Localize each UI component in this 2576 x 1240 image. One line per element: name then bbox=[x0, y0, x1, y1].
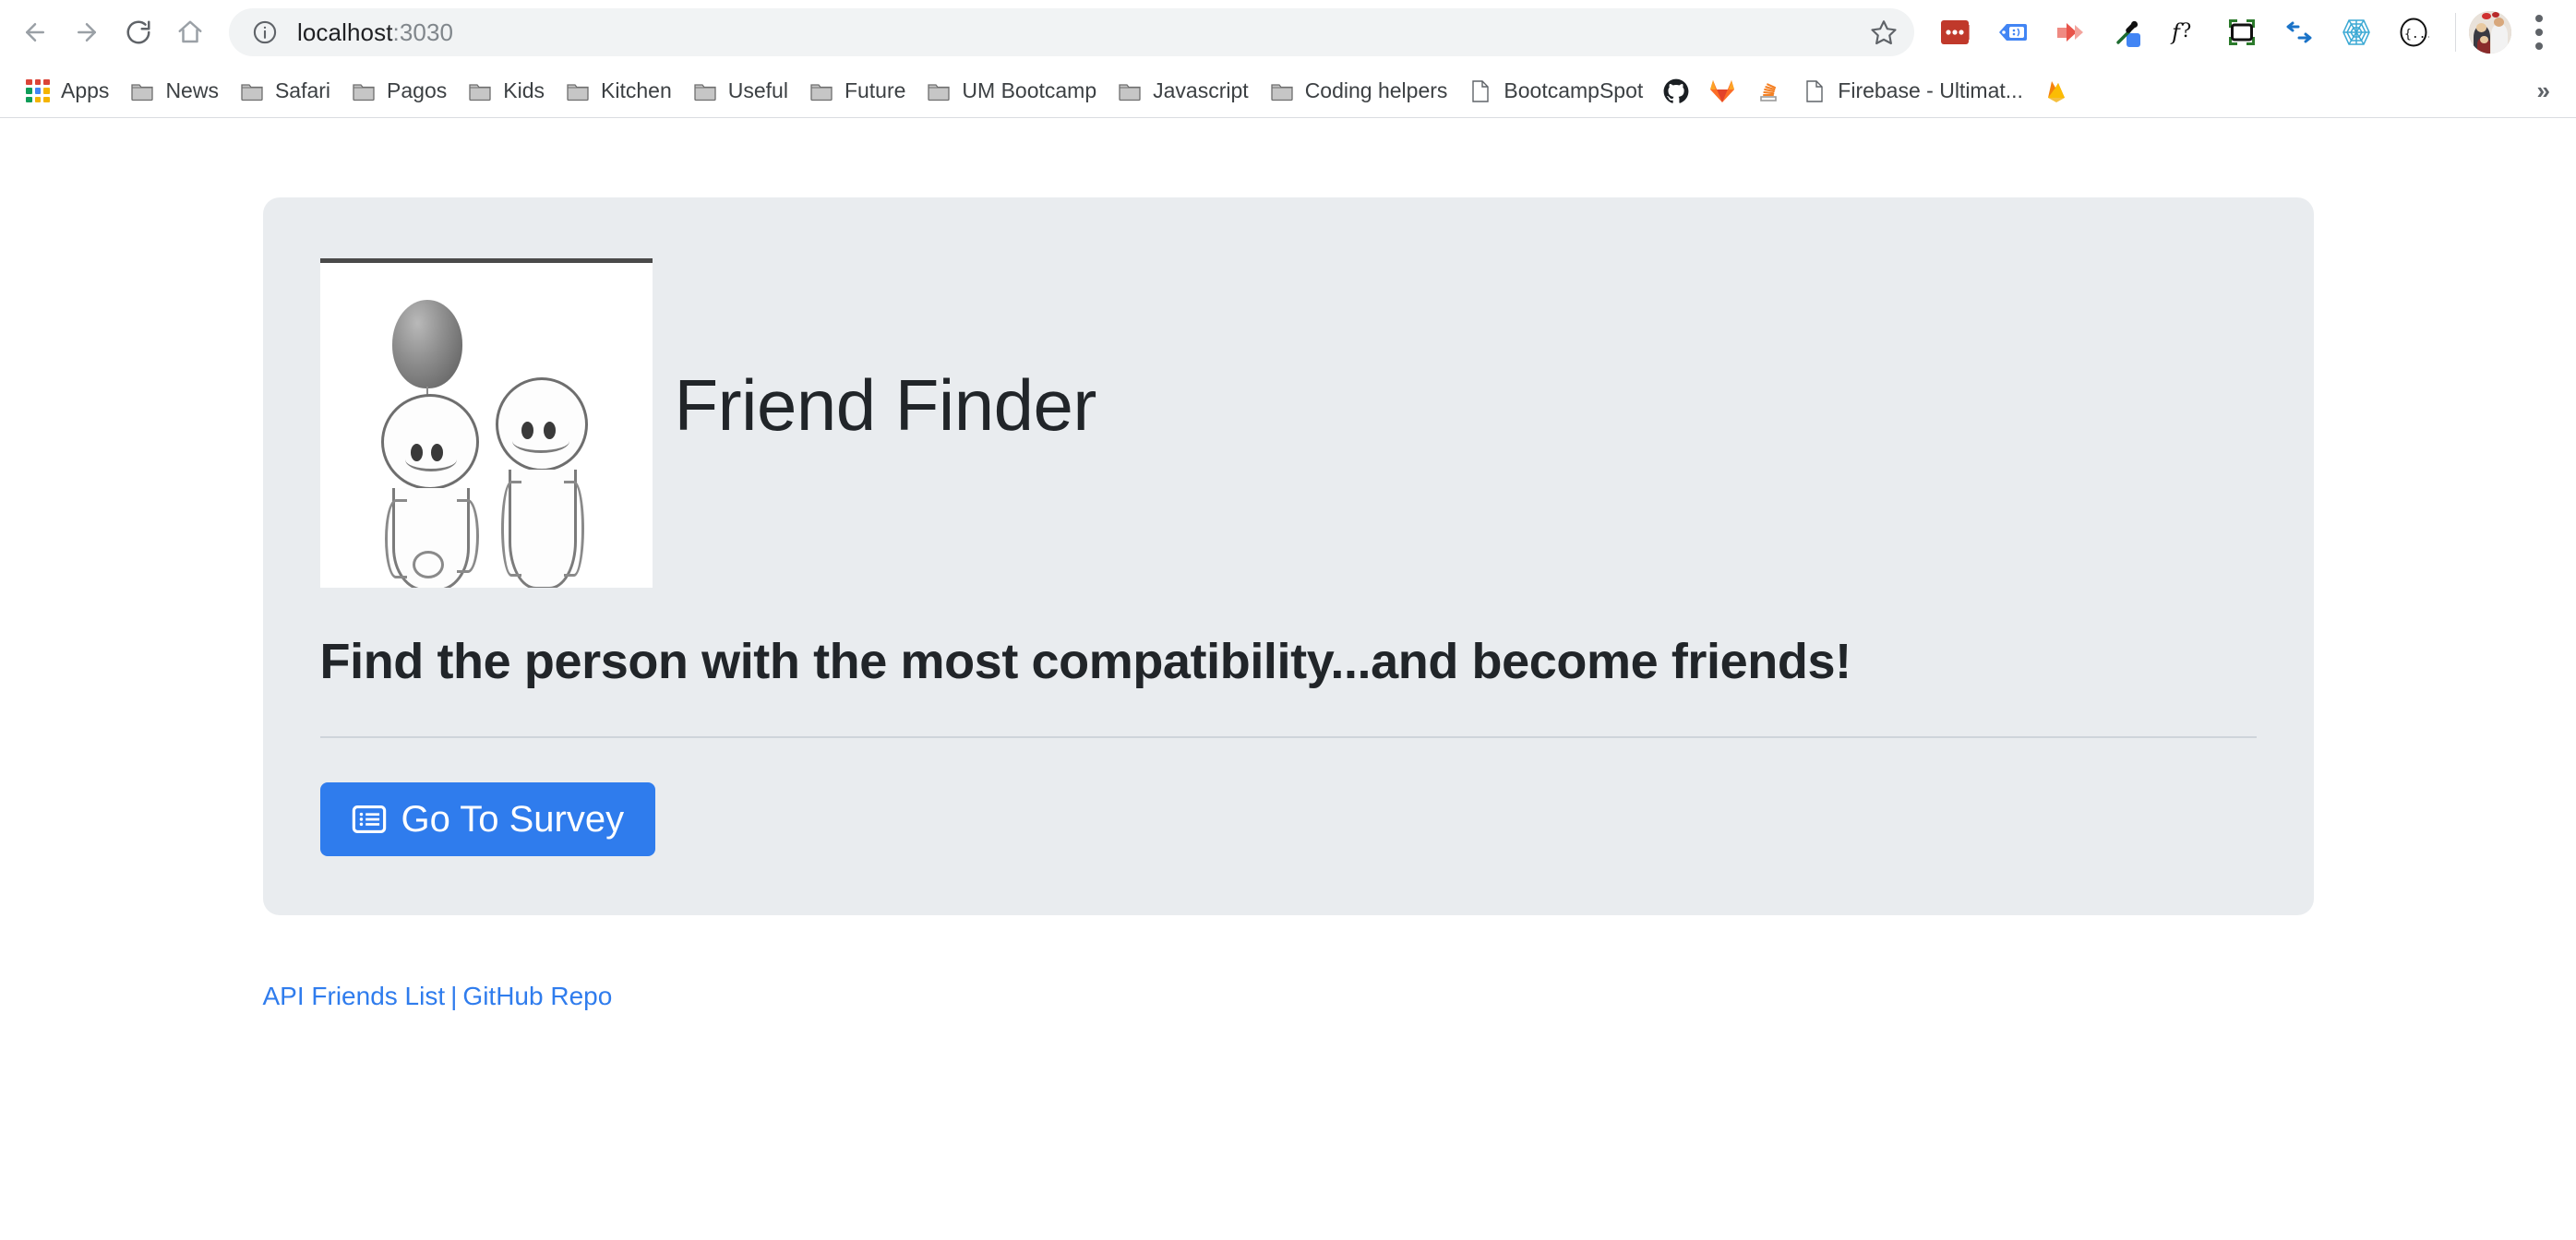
bookmark-stackoverflow[interactable] bbox=[1745, 71, 1791, 112]
home-icon bbox=[176, 18, 204, 46]
url-text: localhost:3030 bbox=[297, 18, 453, 47]
content-container: Friend Finder Find the person with the m… bbox=[262, 197, 2314, 1011]
toolbar-separator bbox=[2455, 13, 2456, 52]
bookmark-coding-helpers[interactable]: Coding helpers bbox=[1259, 71, 1458, 112]
bookmark-label: Pagos bbox=[387, 78, 448, 102]
bookmark-firebase[interactable] bbox=[2033, 71, 2079, 112]
svg-text:?: ? bbox=[2181, 19, 2191, 42]
bookmark-label: Firebase - Ultimat... bbox=[1838, 78, 2023, 102]
apps-grid-icon bbox=[25, 78, 51, 104]
screenshot-capture-extension-icon[interactable] bbox=[2213, 4, 2270, 61]
bookmark-useful[interactable]: Useful bbox=[682, 71, 798, 112]
bookmark-label: News bbox=[165, 78, 219, 102]
extensions-tray: f? {...} bbox=[1927, 4, 2442, 61]
reload-icon bbox=[125, 18, 152, 46]
hero-jumbotron: Friend Finder Find the person with the m… bbox=[262, 197, 2314, 915]
back-button[interactable] bbox=[9, 6, 61, 58]
bookmark-label: Javascript bbox=[1153, 78, 1249, 102]
bookmark-label: Kitchen bbox=[601, 78, 672, 102]
red-arrow-extension-icon[interactable] bbox=[2042, 4, 2099, 61]
folder-icon bbox=[351, 78, 377, 104]
page-title: Friend Finder bbox=[674, 364, 1097, 446]
bookmark-firebase-doc[interactable]: Firebase - Ultimat... bbox=[1791, 71, 2033, 112]
json-formatter-extension-icon[interactable]: {...} bbox=[2385, 4, 2442, 61]
hero-divider bbox=[319, 735, 2257, 738]
lastpass-extension-icon[interactable] bbox=[1927, 4, 1984, 61]
bookmark-gitlab[interactable] bbox=[1699, 71, 1745, 112]
bookmark-kitchen[interactable]: Kitchen bbox=[555, 71, 682, 112]
bookmarks-bar: Apps News Safari Pagos Kids Kitchen Usef… bbox=[0, 65, 2576, 118]
blue-arrows-extension-icon[interactable] bbox=[2270, 4, 2328, 61]
back-arrow-icon bbox=[21, 18, 49, 46]
bookmark-javascript[interactable]: Javascript bbox=[1107, 71, 1259, 112]
bookmarks-overflow-button[interactable]: » bbox=[2524, 77, 2563, 105]
colorzilla-eyedropper-extension-icon[interactable] bbox=[2099, 4, 2156, 61]
bookmark-safari[interactable]: Safari bbox=[229, 71, 341, 112]
api-friends-list-link[interactable]: API Friends List bbox=[263, 982, 446, 1010]
gitlab-icon bbox=[1709, 78, 1735, 104]
github-icon bbox=[1663, 78, 1689, 104]
bookmark-label: UM Bootcamp bbox=[962, 78, 1097, 102]
forward-arrow-icon bbox=[73, 18, 101, 46]
footer-links: API Friends List | GitHub Repo bbox=[263, 982, 2314, 1011]
folder-icon bbox=[926, 78, 952, 104]
bookmark-label: Kids bbox=[503, 78, 545, 102]
reload-button[interactable] bbox=[113, 6, 164, 58]
bookmark-um-bootcamp[interactable]: UM Bootcamp bbox=[916, 71, 1107, 112]
list-alt-icon bbox=[352, 805, 386, 833]
browser-toolbar: localhost:3030 f? {.. bbox=[0, 0, 2576, 65]
bookmark-news[interactable]: News bbox=[119, 71, 229, 112]
folder-icon bbox=[129, 78, 155, 104]
page-icon bbox=[1802, 78, 1827, 104]
github-repo-link[interactable]: GitHub Repo bbox=[462, 982, 612, 1010]
address-bar[interactable]: localhost:3030 bbox=[229, 8, 1914, 56]
friend-finder-sketch-image bbox=[319, 263, 653, 588]
footer-divider: | bbox=[450, 981, 458, 1010]
bookmark-label: Future bbox=[844, 78, 906, 102]
folder-icon bbox=[239, 78, 265, 104]
go-to-survey-label: Go To Survey bbox=[401, 798, 625, 840]
page-body: Friend Finder Find the person with the m… bbox=[0, 118, 2576, 1240]
browser-chrome: localhost:3030 f? {.. Apps News Safari P… bbox=[0, 0, 2576, 118]
folder-icon bbox=[809, 78, 834, 104]
go-to-survey-button[interactable]: Go To Survey bbox=[319, 781, 656, 856]
hero-image-frame bbox=[319, 258, 653, 588]
web-hexagon-extension-icon[interactable] bbox=[2328, 4, 2385, 61]
tag-smiley-extension-icon[interactable] bbox=[1984, 4, 2042, 61]
page-info-icon[interactable] bbox=[249, 17, 281, 48]
folder-icon bbox=[1117, 78, 1143, 104]
firebase-flame-icon bbox=[2043, 78, 2069, 104]
bookmark-future[interactable]: Future bbox=[798, 71, 916, 112]
bookmark-label: Useful bbox=[727, 78, 788, 102]
bookmark-label: Coding helpers bbox=[1304, 78, 1448, 102]
bookmark-star-icon[interactable] bbox=[1863, 11, 1905, 54]
home-button[interactable] bbox=[164, 6, 216, 58]
folder-icon bbox=[467, 78, 493, 104]
url-host: localhost bbox=[297, 18, 393, 46]
whatfont-extension-icon[interactable]: f? bbox=[2156, 4, 2213, 61]
profile-avatar[interactable] bbox=[2469, 11, 2511, 54]
svg-text:{...}: {...} bbox=[2404, 28, 2429, 42]
bookmark-github[interactable] bbox=[1653, 71, 1699, 112]
bookmark-label: Apps bbox=[61, 78, 110, 102]
bookmark-bootcampspot[interactable]: BootcampSpot bbox=[1457, 71, 1653, 112]
bookmark-label: Safari bbox=[274, 78, 331, 102]
hero-tagline: Find the person with the most compatibil… bbox=[319, 634, 1852, 689]
folder-icon bbox=[692, 78, 718, 104]
bookmark-kids[interactable]: Kids bbox=[457, 71, 555, 112]
hero-row: Friend Finder bbox=[319, 258, 2257, 588]
page-icon bbox=[1468, 78, 1493, 104]
folder-icon bbox=[565, 78, 591, 104]
bookmark-pagos[interactable]: Pagos bbox=[341, 71, 457, 112]
bookmark-label: BootcampSpot bbox=[1504, 78, 1644, 102]
folder-icon bbox=[1269, 78, 1295, 104]
bookmark-apps[interactable]: Apps bbox=[15, 71, 119, 112]
chrome-menu-kebab-icon[interactable] bbox=[2517, 6, 2561, 58]
forward-button[interactable] bbox=[61, 6, 113, 58]
url-port: :3030 bbox=[392, 18, 454, 46]
stackoverflow-icon bbox=[1755, 78, 1781, 104]
